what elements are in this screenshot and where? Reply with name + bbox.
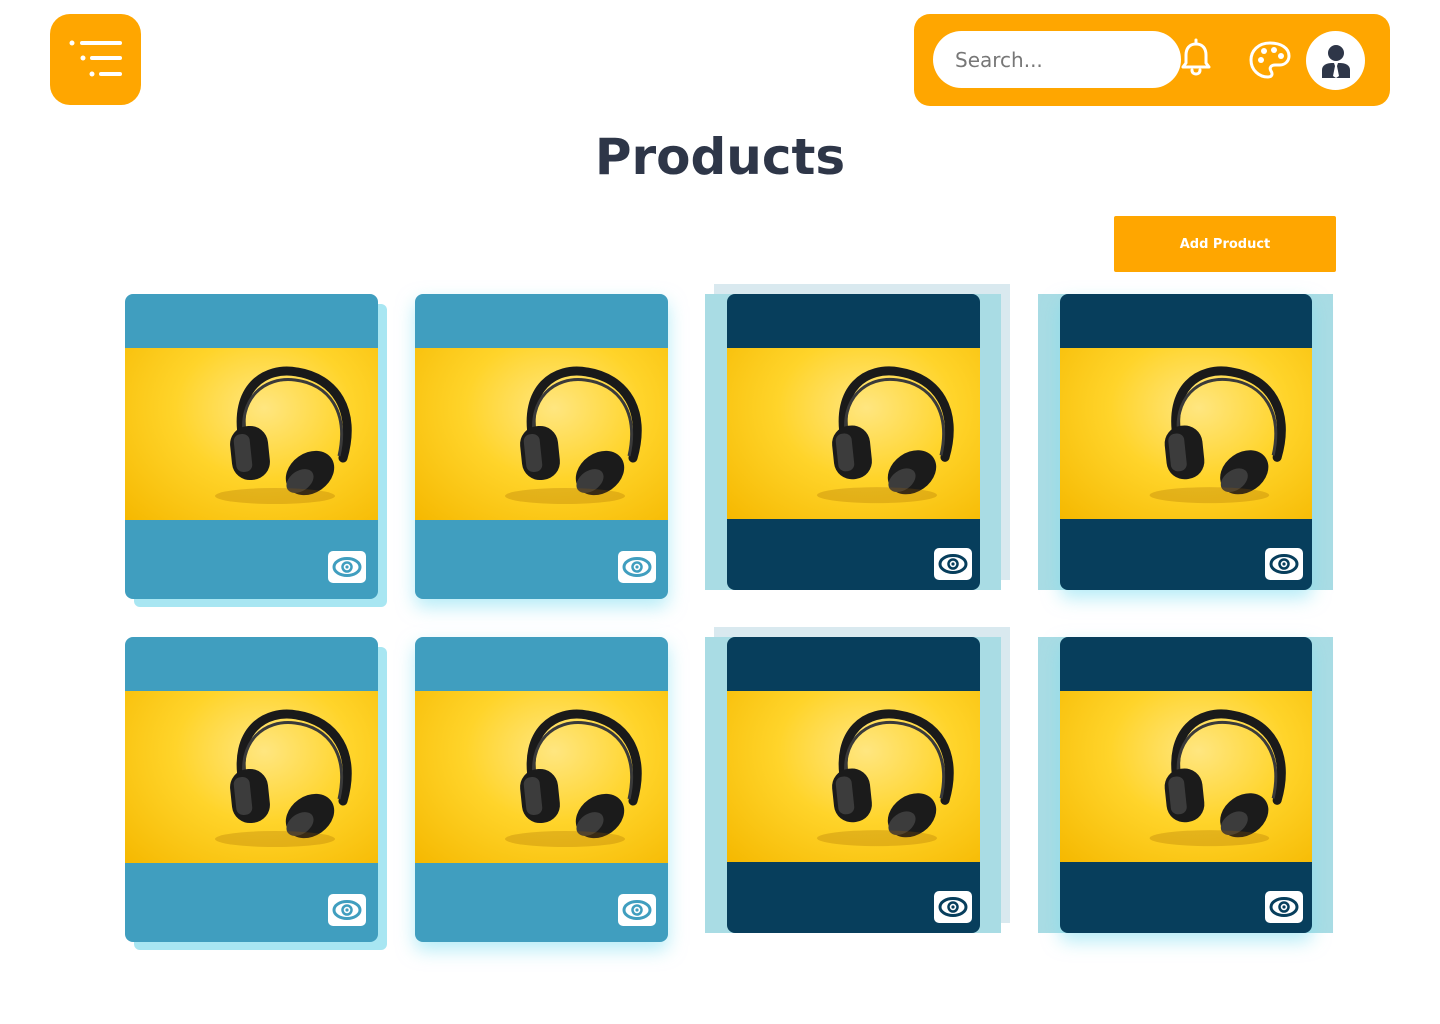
view-product-button[interactable] (1265, 891, 1303, 923)
card-body (1060, 294, 1312, 590)
search-input[interactable] (933, 31, 1181, 88)
headphones-photo (125, 691, 378, 863)
view-product-button[interactable] (618, 551, 656, 583)
eye-icon (622, 900, 652, 920)
card-body (125, 637, 378, 942)
headphones-icon (1149, 709, 1286, 847)
headphones-icon (817, 366, 954, 504)
headphones-icon (817, 709, 954, 847)
view-product-button[interactable] (328, 551, 366, 583)
card-body (727, 294, 980, 590)
card-body (727, 637, 980, 933)
card-body (1060, 637, 1312, 933)
user-avatar-icon (1321, 44, 1350, 78)
top-bar (914, 14, 1390, 106)
headphones-icon (215, 366, 352, 504)
card-body (415, 637, 668, 942)
headphones-icon (1149, 366, 1286, 504)
view-product-button[interactable] (934, 548, 972, 580)
headphones-photo (727, 691, 980, 862)
headphones-icon (505, 366, 642, 504)
add-product-button[interactable]: Add Product (1114, 216, 1336, 272)
menu-lines-icon (69, 40, 122, 76)
card-body (415, 294, 668, 599)
view-product-button[interactable] (328, 894, 366, 926)
eye-icon (938, 897, 968, 917)
headphones-photo (1060, 691, 1312, 862)
view-product-button[interactable] (1265, 548, 1303, 580)
headphones-photo (727, 348, 980, 519)
eye-icon (1269, 554, 1299, 574)
eye-icon (332, 900, 362, 920)
eye-icon (1269, 897, 1299, 917)
headphones-photo (415, 348, 668, 520)
page-title: Products (594, 128, 846, 186)
eye-icon (938, 554, 968, 574)
view-product-button[interactable] (934, 891, 972, 923)
avatar[interactable] (1306, 31, 1365, 90)
headphones-photo (1060, 348, 1312, 519)
card-body (125, 294, 378, 599)
eye-icon (332, 557, 362, 577)
bell-icon[interactable] (1176, 38, 1216, 78)
eye-icon (622, 557, 652, 577)
palette-icon[interactable] (1248, 40, 1292, 80)
menu-button[interactable] (50, 14, 141, 105)
headphones-icon (215, 709, 352, 847)
headphones-photo (415, 691, 668, 863)
view-product-button[interactable] (618, 894, 656, 926)
headphones-photo (125, 348, 378, 520)
headphones-icon (505, 709, 642, 847)
